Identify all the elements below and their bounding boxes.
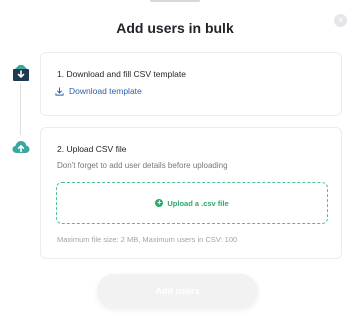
upload-limits-hint: Maximum file size: 2 MB, Maximum users i…	[57, 235, 238, 244]
step-connector-line	[20, 83, 21, 135]
step-2-subtitle: Don't forget to add user details before …	[57, 161, 228, 170]
download-icon	[55, 86, 64, 96]
download-template-label: Download template	[69, 86, 142, 96]
bulk-add-users-modal: Add users in bulk × 1. Download and fill…	[0, 0, 350, 319]
upload-csv-card: 2. Upload CSV file Don't forget to add u…	[40, 127, 342, 259]
cloud-upload-icon	[11, 137, 31, 157]
close-icon: ×	[337, 14, 344, 26]
csv-dropzone[interactable]: + Upload a .csv file	[56, 182, 328, 224]
download-box-icon	[11, 62, 31, 82]
download-template-card: 1. Download and fill CSV template Downlo…	[40, 52, 342, 116]
modal-title: Add users in bulk	[116, 20, 234, 36]
close-button[interactable]: ×	[334, 14, 347, 27]
add-users-button[interactable]: Add users	[97, 274, 258, 308]
step-2-title: 2. Upload CSV file	[57, 144, 127, 154]
plus-circle-icon: +	[155, 198, 164, 207]
download-template-link[interactable]: Download template	[55, 86, 142, 96]
drag-handle	[150, 0, 200, 2]
upload-csv-label: Upload a .csv file	[167, 198, 229, 208]
step-1-title: 1. Download and fill CSV template	[57, 69, 186, 79]
